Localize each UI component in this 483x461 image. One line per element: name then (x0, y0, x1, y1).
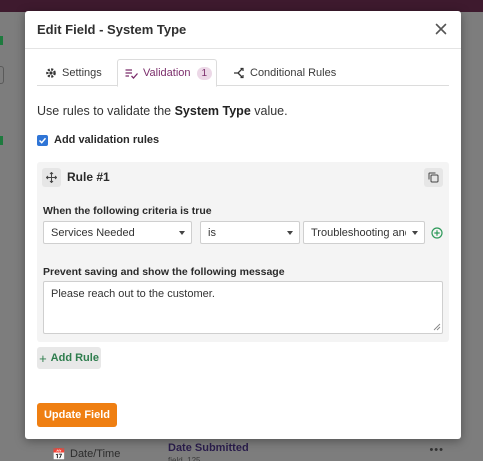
list-check-icon (125, 68, 138, 79)
intro-text: Use rules to validate the (37, 104, 175, 118)
rule-card: Rule #1 When the following criteria is t… (37, 162, 449, 342)
intro-field-name: System Type (174, 104, 251, 118)
criteria-field-select[interactable]: Services Needed (43, 221, 192, 244)
caret-down-icon (412, 231, 418, 235)
validation-message-input[interactable] (43, 281, 443, 334)
add-validation-label: Add validation rules (54, 134, 160, 146)
intro-text: value. (250, 104, 288, 118)
gear-icon (45, 67, 57, 79)
background-field-type: Date/Time (70, 448, 121, 460)
validation-count-badge: 1 (196, 66, 213, 80)
tab-settings[interactable]: Settings (45, 59, 102, 86)
close-button[interactable] (433, 21, 449, 37)
duplicate-rule-button[interactable] (424, 168, 443, 187)
select-value: Troubleshooting and Repair (311, 226, 406, 239)
background-field-row: 📅 Date/Time Date Submitted field_125 ••• (36, 438, 456, 461)
tab-label: Validation (143, 67, 191, 79)
criteria-operator-select[interactable]: is (200, 221, 300, 244)
checkmark-icon (38, 137, 47, 144)
background-marker (0, 136, 3, 145)
criteria-value-select[interactable]: Troubleshooting and Repair (303, 221, 425, 244)
update-field-button[interactable]: Update Field (37, 403, 117, 427)
calendar-icon: 📅 (52, 448, 66, 461)
modal-tabs: Settings Validation 1 Conditional Rules (37, 59, 449, 87)
add-validation-checkbox[interactable] (37, 134, 48, 146)
background-marker (0, 36, 3, 45)
drag-handle[interactable] (42, 168, 61, 187)
tab-validation[interactable]: Validation 1 (117, 59, 217, 87)
modal-title: Edit Field - System Type (37, 22, 187, 37)
criteria-label: When the following criteria is true (43, 205, 212, 217)
resize-handle-icon[interactable] (433, 323, 441, 331)
edit-field-modal: Edit Field - System Type Settings Valida… (25, 11, 461, 439)
move-icon (46, 172, 57, 183)
caret-down-icon (287, 231, 293, 235)
tab-label: Conditional Rules (250, 66, 337, 79)
background-control-fragment (0, 66, 4, 84)
more-options-icon: ••• (429, 444, 444, 456)
add-rule-button[interactable]: + Add Rule (37, 347, 101, 369)
branch-icon (233, 67, 245, 79)
close-icon (435, 23, 447, 35)
message-label: Prevent saving and show the following me… (43, 266, 285, 278)
caret-down-icon (179, 231, 185, 235)
update-field-label: Update Field (43, 409, 110, 421)
select-value: is (208, 226, 216, 239)
rule-title: Rule #1 (67, 170, 110, 184)
select-value: Services Needed (51, 226, 135, 239)
tab-label: Settings (62, 66, 102, 79)
plus-circle-icon (431, 227, 443, 239)
modal-header: Edit Field - System Type (25, 11, 461, 49)
plus-icon: + (39, 350, 47, 366)
validation-intro: Use rules to validate the System Type va… (37, 104, 288, 118)
add-validation-rules-row: Add validation rules (37, 134, 159, 146)
background-field-key: field_125 (168, 456, 201, 461)
background-field-name: Date Submitted (168, 442, 249, 454)
add-rule-label: Add Rule (50, 352, 99, 364)
add-criteria-button[interactable] (431, 227, 443, 239)
tab-conditional-rules[interactable]: Conditional Rules (233, 59, 336, 86)
copy-icon (428, 172, 439, 183)
